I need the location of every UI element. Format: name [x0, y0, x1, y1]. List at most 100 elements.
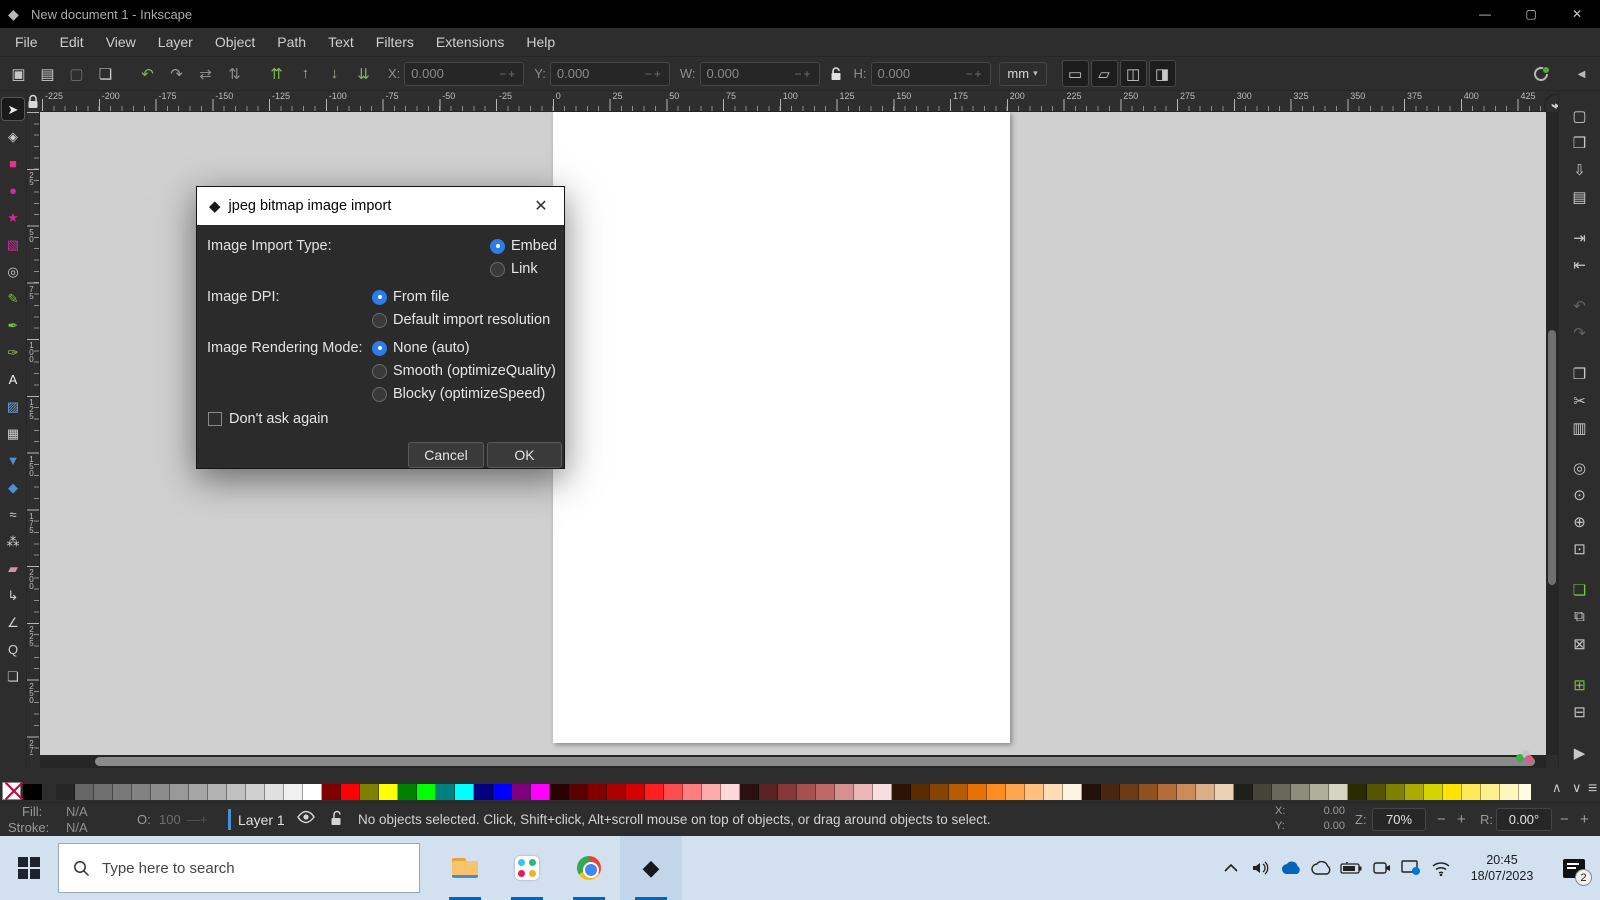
- rotation-minus-button[interactable]: −: [1560, 811, 1569, 828]
- edit-find-icon[interactable]: ◎: [1568, 457, 1592, 480]
- h-field[interactable]: 0.000−+: [871, 62, 991, 86]
- menu-layer[interactable]: Layer: [147, 28, 204, 57]
- import-type-option[interactable]: Embed: [490, 238, 557, 254]
- palette-swatch[interactable]: [550, 784, 569, 800]
- palette-swatch[interactable]: [322, 784, 341, 800]
- palette-swatch[interactable]: [759, 784, 778, 800]
- tweak-tool[interactable]: ≈: [1, 502, 25, 526]
- gradient-tool[interactable]: ▨: [1, 394, 25, 418]
- w-field[interactable]: 0.000−+: [700, 62, 820, 86]
- palette-swatch[interactable]: [531, 784, 550, 800]
- palette-swatch[interactable]: [1329, 784, 1348, 800]
- palette-swatch[interactable]: [1500, 784, 1519, 800]
- dropper-tool[interactable]: ▼: [1, 448, 25, 472]
- scale-corners-toggle[interactable]: ▱: [1091, 60, 1118, 87]
- lock-ratio-icon[interactable]: [830, 67, 842, 81]
- create-clone-icon[interactable]: ⧉: [1568, 606, 1592, 629]
- palette-swatch[interactable]: [1405, 784, 1424, 800]
- horizontal-scrollbar[interactable]: [40, 755, 1546, 768]
- rendering-mode-option[interactable]: Blocky (optimizeSpeed): [372, 386, 556, 402]
- palette-swatch[interactable]: [23, 784, 42, 800]
- flip-vertical-button[interactable]: ⇅: [221, 60, 248, 87]
- vertical-ruler[interactable]: 255075100125150175200225250275: [27, 112, 40, 755]
- calligraphy-tool[interactable]: ✑: [1, 340, 25, 364]
- spiral-tool[interactable]: ◎: [1, 259, 25, 283]
- palette-swatch[interactable]: [1386, 784, 1405, 800]
- group-icon[interactable]: ⊞: [1568, 673, 1592, 696]
- cancel-button[interactable]: Cancel: [408, 442, 484, 468]
- palette-swatch[interactable]: [1215, 784, 1234, 800]
- palette-swatch[interactable]: [1139, 784, 1158, 800]
- radio-icon[interactable]: [490, 239, 505, 254]
- edit-copy-icon[interactable]: ❐: [1568, 362, 1592, 385]
- battery-icon[interactable]: [1336, 862, 1366, 874]
- measure-tool[interactable]: ∠: [1, 610, 25, 634]
- scale-stroke-toggle[interactable]: ▭: [1062, 60, 1089, 87]
- palette-swatch[interactable]: [113, 784, 132, 800]
- zoom-tool[interactable]: Q: [1, 637, 25, 661]
- document-export-icon[interactable]: ⇤: [1568, 254, 1592, 277]
- zoom-minus-button[interactable]: −: [1437, 811, 1446, 828]
- palette-swatch[interactable]: [246, 784, 265, 800]
- raise-to-top-button[interactable]: ⇈: [263, 60, 290, 87]
- zoom-selection-icon[interactable]: ⊡: [1568, 538, 1592, 561]
- x-field[interactable]: 0.000−+: [404, 62, 524, 86]
- rendering-mode-option[interactable]: Smooth (optimizeQuality): [372, 363, 556, 379]
- select-all-layers-button[interactable]: ▤: [34, 60, 61, 87]
- taskbar-search[interactable]: Type here to search: [58, 843, 420, 893]
- palette-swatch[interactable]: [417, 784, 436, 800]
- cloud-icon[interactable]: [1306, 861, 1336, 875]
- palette-swatch[interactable]: [569, 784, 588, 800]
- palette-swatch[interactable]: [1063, 784, 1082, 800]
- palette-swatch[interactable]: [949, 784, 968, 800]
- menu-edit[interactable]: Edit: [49, 28, 95, 57]
- palette-swatch[interactable]: [1424, 784, 1443, 800]
- palette-swatch[interactable]: [303, 784, 322, 800]
- ellipse-tool[interactable]: ●: [1, 178, 25, 202]
- palette-swatch[interactable]: [1291, 784, 1310, 800]
- menu-filters[interactable]: Filters: [365, 28, 425, 57]
- document-open-icon[interactable]: ❒: [1568, 132, 1592, 155]
- palette-swatch[interactable]: [512, 784, 531, 800]
- start-button[interactable]: [0, 836, 58, 900]
- bounding-box-button[interactable]: ❏: [92, 60, 119, 87]
- move-gradients-toggle[interactable]: ◫: [1120, 60, 1147, 87]
- palette-swatch[interactable]: [1253, 784, 1272, 800]
- palette-swatch[interactable]: [436, 784, 455, 800]
- palette-swatch[interactable]: [398, 784, 417, 800]
- dialog-title-bar[interactable]: ◆ jpeg bitmap image import ✕: [197, 187, 564, 225]
- palette-swatch[interactable]: [56, 784, 75, 800]
- palette-swatch[interactable]: [1120, 784, 1139, 800]
- palette-swatch[interactable]: [892, 784, 911, 800]
- menu-object[interactable]: Object: [204, 28, 266, 57]
- zoom-drawing-icon[interactable]: ⊕: [1568, 511, 1592, 534]
- document-print-icon[interactable]: ▤: [1568, 186, 1592, 209]
- dont-ask-again-row[interactable]: Don't ask again: [208, 411, 329, 427]
- pencil-tool[interactable]: ✎: [1, 286, 25, 310]
- raise-button[interactable]: ↑: [292, 60, 319, 87]
- rotate-ccw-button[interactable]: ↶: [134, 60, 161, 87]
- display-sync-icon[interactable]: [1396, 860, 1426, 876]
- flip-horizontal-button[interactable]: ⇄: [192, 60, 219, 87]
- palette-swatch[interactable]: [265, 784, 284, 800]
- rectangle-tool[interactable]: ■: [1, 151, 25, 175]
- move-patterns-toggle[interactable]: ◨: [1149, 60, 1176, 87]
- eraser-tool[interactable]: ▰: [1, 556, 25, 580]
- radio-icon[interactable]: [372, 313, 387, 328]
- unit-dropdown[interactable]: mm▾: [999, 62, 1047, 86]
- palette-swatch[interactable]: [968, 784, 987, 800]
- palette-swatch[interactable]: [132, 784, 151, 800]
- lower-to-bottom-button[interactable]: ⇊: [350, 60, 377, 87]
- palette-swatch[interactable]: [1272, 784, 1291, 800]
- palette-swatch[interactable]: [702, 784, 721, 800]
- palette-swatch[interactable]: [854, 784, 873, 800]
- palette-swatch[interactable]: [930, 784, 949, 800]
- palette-swatch[interactable]: [1082, 784, 1101, 800]
- radio-icon[interactable]: [372, 341, 387, 356]
- select-all-button[interactable]: ▣: [5, 60, 32, 87]
- rotation-field[interactable]: 0.00°: [1496, 808, 1552, 831]
- palette-swatch[interactable]: [151, 784, 170, 800]
- palette-swatch[interactable]: [873, 784, 892, 800]
- snap-toggle-icon[interactable]: [1531, 64, 1551, 84]
- menu-file[interactable]: File: [4, 28, 49, 57]
